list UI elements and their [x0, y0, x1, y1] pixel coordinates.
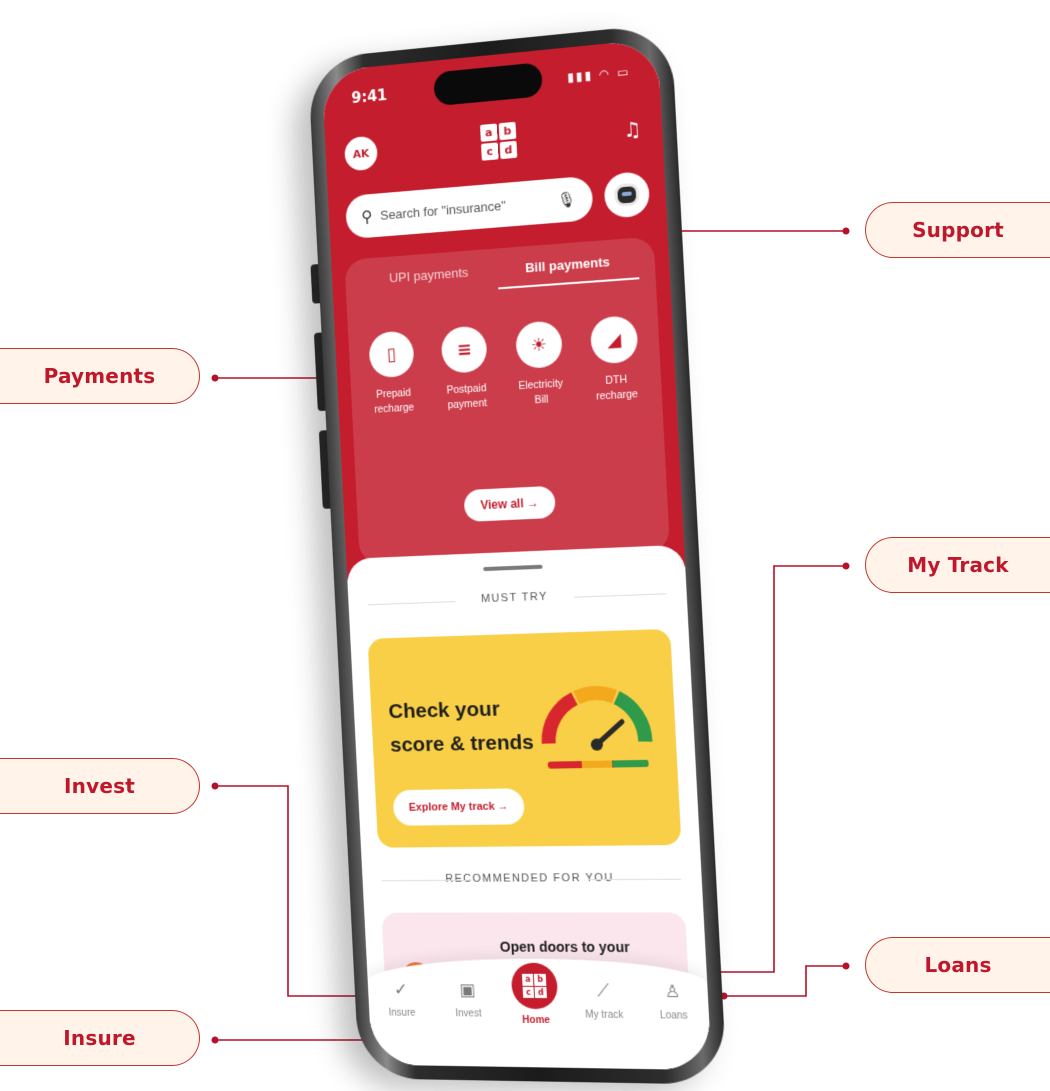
logo-letter-b: b: [498, 121, 517, 141]
callout-insure: Insure: [0, 1010, 200, 1066]
bill-icon: ≡: [440, 325, 489, 374]
search-placeholder: Search for "insurance": [379, 197, 507, 223]
mini-logo-letter-a: a: [521, 973, 534, 986]
shortcut-label-line2: payment: [447, 397, 488, 412]
status-time: 9:41: [351, 86, 388, 108]
payment-shortcuts: ▯ Prepaid recharge ≡ Postpaid payment ☀ …: [358, 314, 652, 418]
nav-label-loans: Loans: [659, 1010, 689, 1022]
shortcut-label: Prepaid recharge: [373, 386, 414, 418]
score-gauge-icon: [533, 670, 659, 774]
payments-card: UPI payments Bill payments ▯ Prepaid rec…: [344, 236, 671, 565]
nav-label-my-track: My track: [585, 1009, 624, 1022]
nav-loans[interactable]: ♙ Loans: [641, 982, 705, 1022]
chart-icon: ⟋: [596, 981, 610, 1002]
view-all-button[interactable]: View all →: [463, 485, 556, 523]
logo-letter-a: a: [480, 123, 498, 142]
shortcut-label-line2: Bill: [534, 393, 549, 407]
status-icons: ▮▮▮ ◠ ▭: [566, 64, 631, 85]
nav-label-insure: Insure: [388, 1007, 416, 1019]
app-logo: a b c d: [480, 121, 518, 161]
app-header: AK a b c d ♫: [343, 103, 643, 179]
shortcut-dth-recharge[interactable]: ◢ DTH recharge: [579, 314, 652, 405]
nav-label-home: Home: [522, 1014, 551, 1027]
invest-icon: ▣: [458, 980, 476, 1001]
shortcut-label: DTH recharge: [595, 372, 639, 405]
nav-label-invest: Invest: [455, 1008, 482, 1020]
logo-letter-c: c: [481, 142, 499, 161]
shortcut-label-line1: Electricity: [518, 377, 564, 393]
payments-tabs: UPI payments Bill payments: [360, 251, 640, 299]
phone-screen: 9:41 ▮▮▮ ◠ ▭ AK a b c d ♫ ⚲ Search for "…: [321, 38, 712, 1071]
logo-letter-d: d: [499, 140, 518, 160]
mini-logo: a b c d: [521, 973, 547, 999]
search-input[interactable]: ⚲ Search for "insurance" 🎙: [345, 175, 594, 240]
callout-loans: Loans: [865, 937, 1050, 993]
phone-mockup: 9:41 ▮▮▮ ◠ ▭ AK a b c d ♫ ⚲ Search for "…: [307, 23, 728, 1085]
avatar[interactable]: AK: [343, 135, 379, 172]
phone-icon: ▯: [368, 330, 415, 379]
microphone-icon[interactable]: 🎙: [557, 190, 577, 210]
track-card-title: Check your score & trends: [387, 697, 535, 757]
shortcut-label-line2: recharge: [595, 388, 639, 403]
support-bot-button[interactable]: [603, 170, 651, 219]
nav-insure[interactable]: ✓ Insure: [372, 980, 432, 1019]
tab-bill-payments[interactable]: Bill payments: [496, 251, 640, 290]
shortcut-postpaid-payment[interactable]: ≡ Postpaid payment: [430, 325, 501, 415]
bulb-icon: ☀: [514, 320, 563, 370]
loans-icon: ♙: [664, 981, 681, 1003]
callout-invest: Invest: [0, 758, 200, 814]
shortcut-prepaid-recharge[interactable]: ▯ Prepaid recharge: [358, 330, 428, 419]
mini-logo-letter-b: b: [534, 973, 547, 986]
mini-logo-letter-d: d: [534, 986, 547, 999]
home-sheet: MUST TRY Check your score & trends Explo…: [346, 544, 712, 1071]
search-row: ⚲ Search for "insurance" 🎙: [345, 170, 651, 241]
callout-payments: Payments: [0, 348, 200, 404]
nav-invest[interactable]: ▣ Invest: [438, 980, 499, 1019]
must-try-title: MUST TRY: [367, 586, 666, 609]
search-icon: ⚲: [360, 206, 374, 226]
shortcut-label: Postpaid payment: [446, 381, 487, 413]
callout-my-track: My Track: [865, 537, 1050, 593]
bell-icon[interactable]: ♫: [623, 116, 642, 142]
mini-logo-letter-c: c: [522, 986, 535, 998]
explore-my-track-button[interactable]: Explore My track →: [392, 788, 526, 826]
tab-upi-payments[interactable]: UPI payments: [360, 262, 498, 299]
phone-frame: 9:41 ▮▮▮ ◠ ▭ AK a b c d ♫ ⚲ Search for "…: [307, 23, 728, 1085]
sheet-handle[interactable]: [483, 564, 543, 572]
shield-check-icon: ✓: [393, 980, 409, 1000]
my-track-card[interactable]: Check your score & trends Explore My tra…: [367, 628, 682, 848]
shortcut-electricity-bill[interactable]: ☀ Electricity Bill: [504, 319, 576, 409]
shortcut-label: Electricity Bill: [518, 376, 564, 409]
robot-icon: [614, 182, 640, 207]
nav-home[interactable]: a b c d Home: [504, 962, 566, 1027]
nav-my-track[interactable]: ⟋ My track: [572, 981, 635, 1021]
header-area: 9:41 ▮▮▮ ◠ ▭ AK a b c d ♫ ⚲ Search for "…: [321, 38, 686, 581]
shortcut-label-line2: recharge: [374, 401, 415, 416]
home-logo-icon: a b c d: [510, 962, 559, 1010]
recommended-title: RECOMMENDED FOR YOU: [381, 872, 681, 886]
dish-icon: ◢: [589, 315, 639, 365]
callout-support: Support: [865, 202, 1050, 258]
bottom-nav: ✓ Insure ▣ Invest a b c d Home ⟋ My trac…: [366, 958, 712, 1071]
